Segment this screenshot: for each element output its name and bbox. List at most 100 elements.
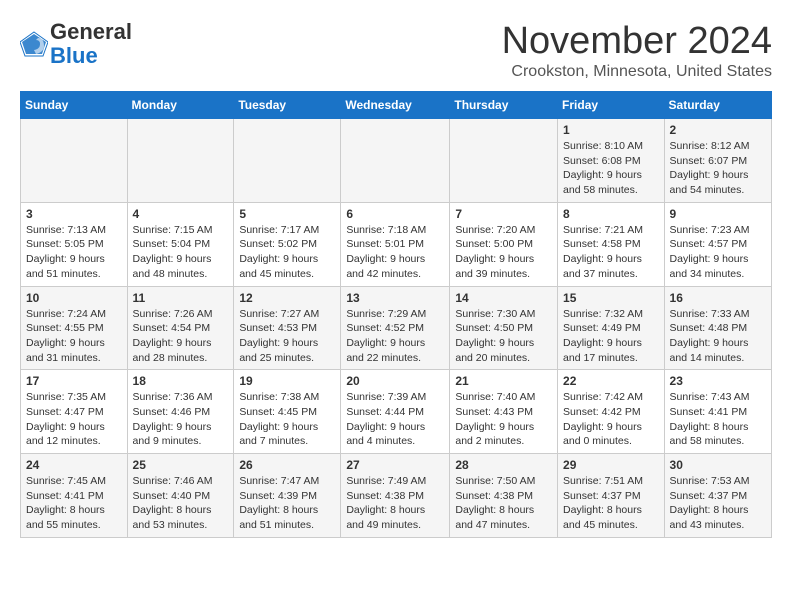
weekday-header: Friday: [558, 92, 665, 119]
day-number: 20: [346, 374, 444, 388]
day-info: Sunrise: 7:49 AM: [346, 474, 444, 489]
day-number: 6: [346, 207, 444, 221]
logo-text: General Blue: [50, 20, 132, 68]
day-info: Sunset: 4:38 PM: [455, 489, 552, 504]
day-info: Daylight: 8 hours and 45 minutes.: [563, 503, 659, 532]
day-number: 4: [133, 207, 229, 221]
calendar-cell: [341, 119, 450, 203]
day-number: 23: [670, 374, 766, 388]
day-info: Sunset: 5:01 PM: [346, 237, 444, 252]
day-info: Daylight: 9 hours and 7 minutes.: [239, 420, 335, 449]
day-info: Sunset: 5:04 PM: [133, 237, 229, 252]
calendar-cell: 22Sunrise: 7:42 AMSunset: 4:42 PMDayligh…: [558, 370, 665, 454]
day-info: Sunrise: 7:50 AM: [455, 474, 552, 489]
day-info: Sunset: 4:48 PM: [670, 321, 766, 336]
day-info: Sunset: 4:58 PM: [563, 237, 659, 252]
day-info: Sunset: 4:44 PM: [346, 405, 444, 420]
day-info: Sunset: 5:00 PM: [455, 237, 552, 252]
day-number: 12: [239, 291, 335, 305]
calendar-week-row: 24Sunrise: 7:45 AMSunset: 4:41 PMDayligh…: [21, 454, 772, 538]
calendar-cell: 27 Sunrise: 7:49 AMSunset: 4:38 PMDayligh…: [341, 454, 450, 538]
weekday-header: Thursday: [450, 92, 558, 119]
weekday-header: Saturday: [664, 92, 771, 119]
day-info: Sunset: 4:55 PM: [26, 321, 122, 336]
calendar-cell: 29Sunrise: 7:51 AMSunset: 4:37 PMDayligh…: [558, 454, 665, 538]
calendar-body: 1Sunrise: 8:10 AMSunset: 6:08 PMDaylight…: [21, 119, 772, 538]
day-info: Sunrise: 7:17 AM: [239, 223, 335, 238]
day-info: Sunset: 5:02 PM: [239, 237, 335, 252]
day-info: Sunset: 4:42 PM: [563, 405, 659, 420]
day-number: 5: [239, 207, 335, 221]
day-info: Daylight: 9 hours and 58 minutes.: [563, 168, 659, 197]
calendar-cell: 8Sunrise: 7:21 AMSunset: 4:58 PMDaylight…: [558, 202, 665, 286]
day-info: Daylight: 8 hours and 55 minutes.: [26, 503, 122, 532]
calendar-cell: 9Sunrise: 7:23 AMSunset: 4:57 PMDaylight…: [664, 202, 771, 286]
day-info: Daylight: 9 hours and 25 minutes.: [239, 336, 335, 365]
day-info: Daylight: 8 hours and 53 minutes.: [133, 503, 229, 532]
day-info: Sunset: 4:50 PM: [455, 321, 552, 336]
day-info: Sunrise: 7:51 AM: [563, 474, 659, 489]
calendar-week-row: 10Sunrise: 7:24 AMSunset: 4:55 PMDayligh…: [21, 286, 772, 370]
logo-general: General: [50, 20, 132, 44]
day-info: Sunrise: 7:45 AM: [26, 474, 122, 489]
calendar-cell: 10Sunrise: 7:24 AMSunset: 4:55 PMDayligh…: [21, 286, 128, 370]
day-info: Sunset: 4:41 PM: [670, 405, 766, 420]
day-number: 13: [346, 291, 444, 305]
day-info: Sunset: 4:37 PM: [670, 489, 766, 504]
calendar-cell: 3Sunrise: 7:13 AMSunset: 5:05 PMDaylight…: [21, 202, 128, 286]
day-info: Daylight: 9 hours and 22 minutes.: [346, 336, 444, 365]
day-info: Daylight: 9 hours and 12 minutes.: [26, 420, 122, 449]
calendar-cell: 13Sunrise: 7:29 AMSunset: 4:52 PMDayligh…: [341, 286, 450, 370]
calendar-cell: 28 Sunrise: 7:50 AMSunset: 4:38 PMDayligh…: [450, 454, 558, 538]
day-info: Daylight: 8 hours and 47 minutes.: [455, 503, 552, 532]
day-number: 8: [563, 207, 659, 221]
day-number: 19: [239, 374, 335, 388]
day-info: Daylight: 9 hours and 14 minutes.: [670, 336, 766, 365]
day-info: Sunrise: 7:32 AM: [563, 307, 659, 322]
day-info: Sunrise: 7:33 AM: [670, 307, 766, 322]
logo-blue: Blue: [50, 44, 132, 68]
day-info: Sunrise: 8:10 AM: [563, 139, 659, 154]
calendar-cell: 12Sunrise: 7:27 AMSunset: 4:53 PMDayligh…: [234, 286, 341, 370]
calendar-cell: [234, 119, 341, 203]
day-info: Sunrise: 7:26 AM: [133, 307, 229, 322]
day-number: 30: [670, 458, 766, 472]
weekday-header: Tuesday: [234, 92, 341, 119]
day-number: 28: [455, 458, 552, 472]
day-info: Daylight: 9 hours and 54 minutes.: [670, 168, 766, 197]
weekday-row: SundayMondayTuesdayWednesdayThursdayFrid…: [21, 92, 772, 119]
day-info: Sunset: 4:37 PM: [563, 489, 659, 504]
day-info: Sunrise: 7:13 AM: [26, 223, 122, 238]
day-info: Daylight: 9 hours and 4 minutes.: [346, 420, 444, 449]
calendar-cell: 1Sunrise: 8:10 AMSunset: 6:08 PMDaylight…: [558, 119, 665, 203]
day-info: Daylight: 9 hours and 28 minutes.: [133, 336, 229, 365]
day-info: Daylight: 9 hours and 51 minutes.: [26, 252, 122, 281]
day-info: Daylight: 9 hours and 45 minutes.: [239, 252, 335, 281]
day-number: 1: [563, 123, 659, 137]
day-number: 9: [670, 207, 766, 221]
calendar-cell: 7Sunrise: 7:20 AMSunset: 5:00 PMDaylight…: [450, 202, 558, 286]
day-info: Daylight: 9 hours and 34 minutes.: [670, 252, 766, 281]
day-number: 27: [346, 458, 444, 472]
logo-icon: [20, 30, 48, 58]
day-info: Sunrise: 7:38 AM: [239, 390, 335, 405]
day-number: 22: [563, 374, 659, 388]
calendar-week-row: 3Sunrise: 7:13 AMSunset: 5:05 PMDaylight…: [21, 202, 772, 286]
calendar-week-row: 1Sunrise: 8:10 AMSunset: 6:08 PMDaylight…: [21, 119, 772, 203]
day-info: Sunset: 4:41 PM: [26, 489, 122, 504]
day-info: Sunset: 4:57 PM: [670, 237, 766, 252]
day-number: 14: [455, 291, 552, 305]
calendar-cell: 26Sunrise: 7:47 AMSunset: 4:39 PMDayligh…: [234, 454, 341, 538]
day-info: Sunset: 4:38 PM: [346, 489, 444, 504]
calendar-cell: 18Sunrise: 7:36 AMSunset: 4:46 PMDayligh…: [127, 370, 234, 454]
calendar-cell: [127, 119, 234, 203]
calendar-cell: [21, 119, 128, 203]
day-info: Sunrise: 7:18 AM: [346, 223, 444, 238]
day-info: Daylight: 8 hours and 49 minutes.: [346, 503, 444, 532]
day-info: Sunset: 4:49 PM: [563, 321, 659, 336]
title-block: November 2024 Crookston, Minnesota, Unit…: [502, 20, 772, 81]
calendar-cell: 23Sunrise: 7:43 AMSunset: 4:41 PMDayligh…: [664, 370, 771, 454]
day-info: Sunrise: 7:40 AM: [455, 390, 552, 405]
day-info: Sunrise: 7:21 AM: [563, 223, 659, 238]
day-number: 11: [133, 291, 229, 305]
